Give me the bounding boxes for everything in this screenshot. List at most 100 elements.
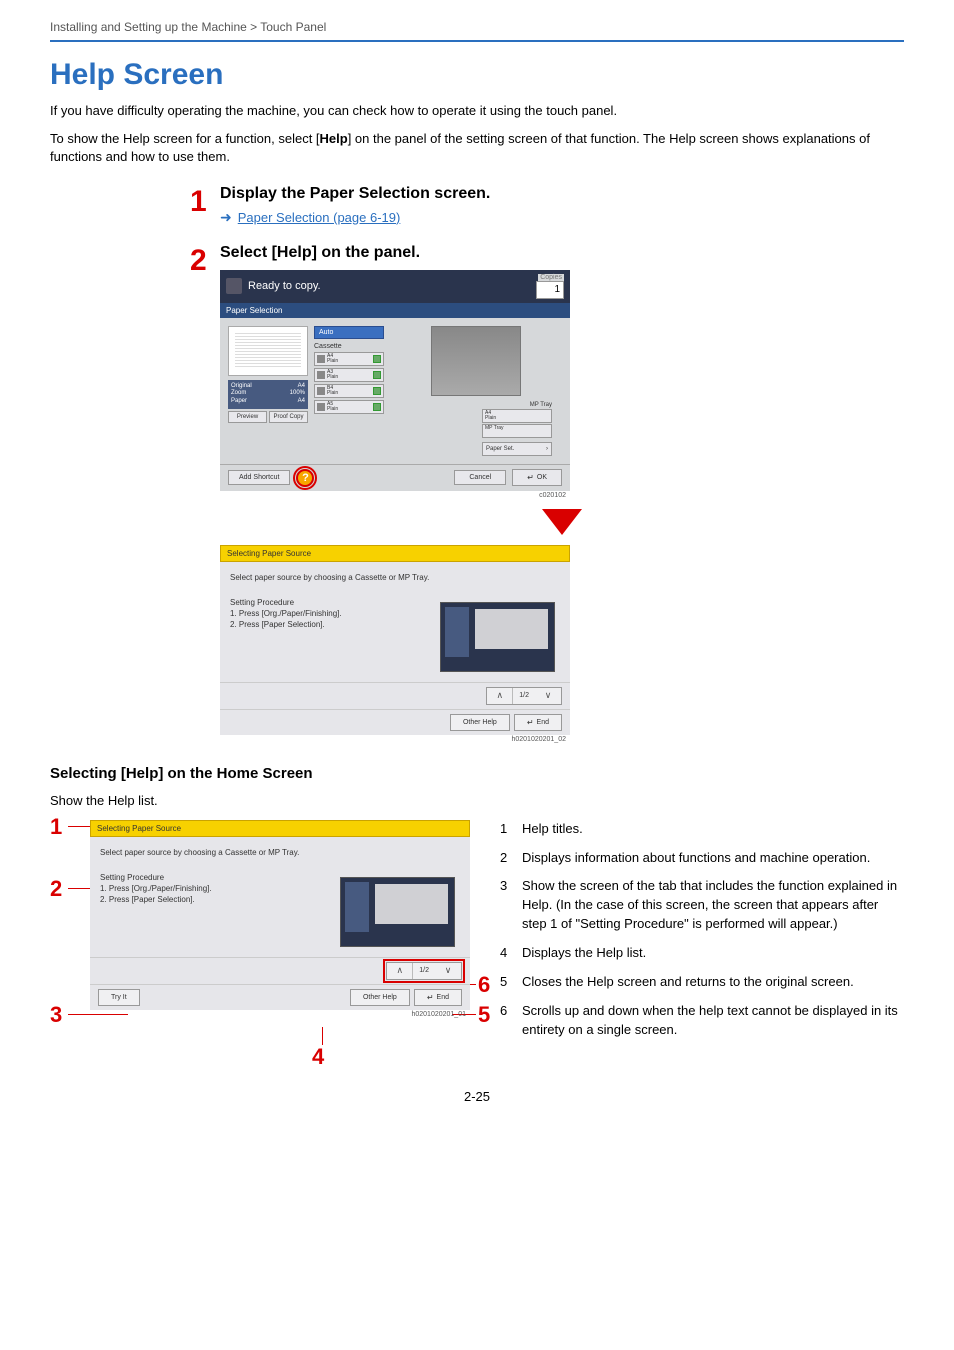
page-up-button[interactable]: ∧ [487,688,513,704]
page-indicator: 1/2 [513,688,535,704]
cassette-row-3[interactable]: B4Plain [314,384,384,398]
check-icon [373,403,381,411]
callout-desc-5-num: 5 [500,973,514,992]
page-title: Help Screen [50,58,904,92]
setting-procedure-heading: Setting Procedure [230,597,430,608]
subbar-title: Paper Selection [220,303,570,318]
cassette-row-4[interactable]: A5Plain [314,400,384,414]
annotated-figure: 1 2 3 4 5 6 Selecting Paper Source Selec… [50,820,470,1018]
callout-desc-4: 4 Displays the Help list. [500,944,904,963]
paper-selection-link[interactable]: Paper Selection (page 6-19) [238,210,401,225]
printer-image [431,326,521,396]
copies-label: Copies [538,274,564,281]
add-shortcut-button[interactable]: Add Shortcut [228,470,290,485]
preview-button[interactable]: Preview [228,411,267,423]
check-icon [373,387,381,395]
help-paragraph: Select paper source by choosing a Casset… [100,847,330,858]
intro-paragraph-1: If you have difficulty operating the mac… [50,102,904,120]
other-help-button[interactable]: Other Help [450,714,510,731]
step-1-number: 1 [190,185,220,226]
ok-button[interactable]: ↵OK [512,469,562,486]
callout-desc-5: 5 Closes the Help screen and returns to t… [500,973,904,992]
callout-desc-6-text: Scrolls up and down when the help text c… [522,1002,904,1040]
paper-label: Paper [231,398,247,406]
callout-desc-6: 6Scrolls up and down when the help text … [500,1002,904,1040]
callout-desc-2-text: Displays information about functions and… [522,849,870,868]
end-label: End [537,719,549,726]
mp-tray-row-1[interactable]: A4Plain [482,409,552,423]
ok-label: OK [537,474,547,481]
intro2-pre: To show the Help screen for a function, … [50,131,320,146]
tray-icon [317,355,325,363]
callout-desc-2-num: 2 [500,849,514,868]
cassette-row-1[interactable]: A4Plain [314,352,384,366]
breadcrumb: Installing and Setting up the Machine > … [50,20,904,42]
callout-desc-3-num: 3 [500,877,514,934]
callout-desc-4-text: Displays the Help list. [522,944,646,963]
zoom-label: Zoom [231,390,246,398]
cassette-2-type: Plain [327,374,338,380]
original-info: OriginalA4 Zoom100% PaperA4 [228,380,308,409]
help-window-screenshot-a: Selecting Paper Source Select paper sour… [220,545,570,743]
callout-5: 5 [478,1002,490,1028]
image-id: h0201020201_02 [220,735,570,743]
paper-set-label: Paper Set. [486,446,514,452]
page-nav-group: ∧ 1/2 ∨ [386,962,462,980]
callout-desc-3: 3Show the screen of the tab that include… [500,877,904,934]
help-paragraph: Select paper source by choosing a Casset… [230,572,430,583]
page-down-button[interactable]: ∨ [535,688,561,704]
callout-3: 3 [50,1002,62,1028]
subsection-heading: Selecting [Help] on the Home Screen [50,765,904,782]
intro2-bold: Help [320,131,348,146]
help-window-screenshot-b: Selecting Paper Source Select paper sour… [90,820,470,1018]
help-screenshot-thumb [340,877,455,947]
help-button[interactable]: ? [296,469,314,487]
original-label: Original [231,383,252,391]
setting-procedure-heading: Setting Procedure [100,872,330,883]
proof-copy-button[interactable]: Proof Copy [269,411,308,423]
topbar-title: Ready to copy. [248,280,536,292]
callout-2: 2 [50,876,62,902]
paper-set-button[interactable]: Paper Set.› [482,442,552,456]
callout-descriptions: 1Help titles. 2Displays information abou… [500,820,904,1050]
cassette-1-type: Plain [327,358,338,364]
end-label: End [437,994,449,1001]
mp-row2-size: MP Tray [485,425,504,431]
page-up-button[interactable]: ∧ [387,963,413,979]
arrow-right-icon: ➜ [220,209,232,226]
setting-procedure-line-2: 2. Press [Paper Selection]. [100,894,330,905]
mp-tray-row-2[interactable]: MP Tray [482,424,552,438]
callout-desc-1-num: 1 [500,820,514,839]
step-2-heading: Select [Help] on the panel. [220,244,904,262]
page-indicator: 1/2 [413,963,435,979]
other-help-button[interactable]: Other Help [350,989,410,1006]
original-value: A4 [298,383,305,391]
help-title-bar: Selecting Paper Source [220,545,570,562]
step-2: 2 Select [Help] on the panel. Ready to c… [190,244,904,743]
try-it-button[interactable]: Try It [98,989,140,1006]
callout-desc-5-text: Closes the Help screen and returns to th… [522,973,854,992]
enter-icon: ↵ [427,993,434,1002]
cassette-label: Cassette [314,343,384,350]
step-1-heading: Display the Paper Selection screen. [220,185,904,203]
check-icon [373,371,381,379]
enter-icon: ↵ [527,473,534,482]
auto-button[interactable]: Auto [314,326,384,339]
help-title-bar: Selecting Paper Source [90,820,470,837]
end-button[interactable]: ↵End [514,714,562,731]
copy-icon [226,278,242,294]
end-button[interactable]: ↵End [414,989,462,1006]
cancel-button[interactable]: Cancel [454,470,506,485]
cassette-3-type: Plain [327,390,338,396]
page-nav-group: ∧ 1/2 ∨ [486,687,562,705]
document-preview [228,326,308,376]
paper-selection-screenshot: Ready to copy. Copies 1 Paper Selection … [220,270,570,499]
copies-value[interactable]: 1 [536,281,564,299]
cassette-row-2[interactable]: A3Plain [314,368,384,382]
callout-desc-3-text: Show the screen of the tab that includes… [522,877,904,934]
callout-desc-4-num: 4 [500,944,514,963]
subsection-intro: Show the Help list. [50,792,904,810]
page-down-button[interactable]: ∨ [435,963,461,979]
image-id: h0201020201_01 [90,1010,470,1018]
setting-procedure-line-1: 1. Press [Org./Paper/Finishing]. [230,608,430,619]
